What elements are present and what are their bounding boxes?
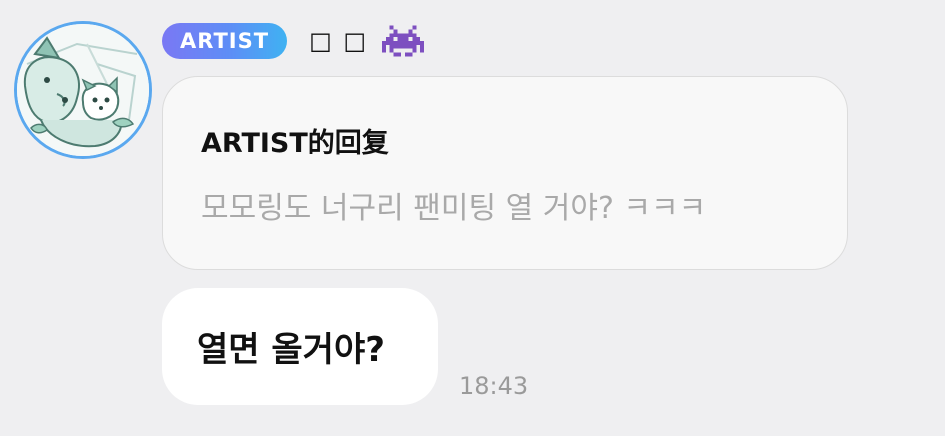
message-timestamp: 18:43	[459, 372, 529, 400]
dog-illustration-icon	[17, 24, 149, 156]
sender-row: ARTIST □ □	[162, 22, 425, 60]
message-bubble[interactable]: 열면 올거야?	[162, 288, 438, 405]
reply-quoted-text: 모모링도 너구리 팬미팅 열 거야? ㅋㅋㅋ	[201, 191, 707, 226]
reply-card[interactable]: ARTIST的回复 모모링도 너구리 팬미팅 열 거야? ㅋㅋㅋ	[162, 76, 848, 270]
message-text: 열면 올거야?	[197, 330, 385, 370]
space-invader-icon	[382, 24, 425, 58]
sender-name[interactable]: □ □	[309, 29, 368, 53]
avatar[interactable]	[14, 21, 152, 159]
reply-title: ARTIST的回复	[201, 128, 389, 159]
artist-badge: ARTIST	[162, 23, 288, 59]
